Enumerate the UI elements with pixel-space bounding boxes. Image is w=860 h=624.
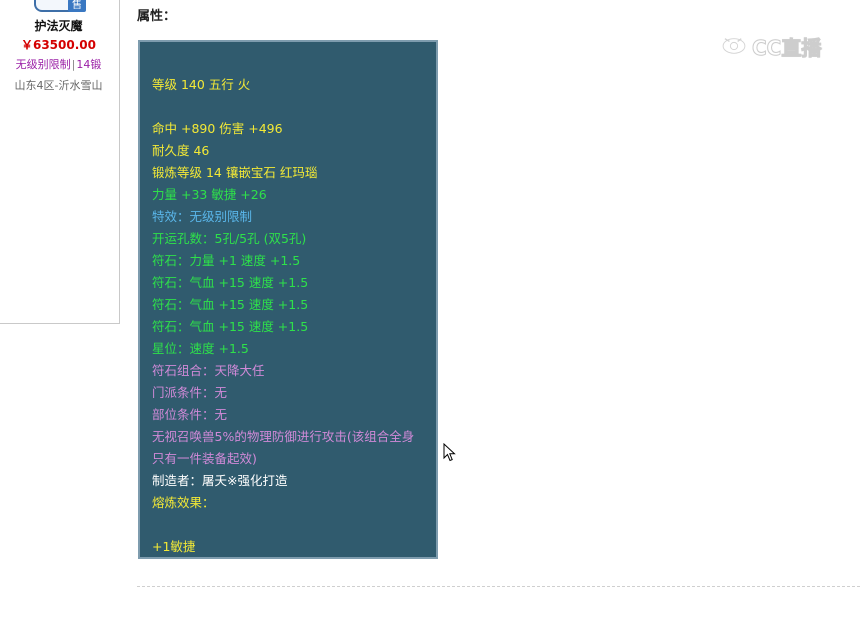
page: 售 护法灭魔 ￥63500.00 无级别限制|14锻 山东4区-沂水雪山 属性：…: [0, 0, 860, 624]
item-tags: 无级别限制|14锻: [0, 56, 119, 72]
item-name[interactable]: 护法灭魔: [0, 17, 119, 34]
tooltip-line: 符石：气血 +15 速度 +1.5: [152, 297, 309, 312]
tooltip-line: 无视召唤兽5%的物理防御进行攻击(该组合全身只有一件装备起效): [152, 429, 415, 466]
tooltip-line: 制造者：屠夭※强化打造: [152, 473, 288, 488]
tooltip-line: 星位：速度 +1.5: [152, 341, 249, 356]
watermark-text: CC直播: [751, 35, 822, 60]
tooltip-line: 锻炼等级 14 镶嵌宝石 红玛瑙: [152, 165, 318, 180]
tooltip-line: 熔炼效果：: [152, 495, 215, 510]
tag-separator: |: [71, 58, 76, 71]
attributes-tooltip: 等级 140 五行 火命中 +890 伤害 +496 耐久度 46 锻炼等级 14 …: [138, 40, 438, 559]
tooltip-blank-line: [152, 96, 424, 118]
attributes-heading: 属性：: [137, 9, 177, 24]
item-thumbnail[interactable]: 售: [34, 0, 86, 12]
tag-forge: 14锻: [76, 58, 102, 71]
item-server: 山东4区-沂水雪山: [14, 79, 103, 92]
tooltip-line: 特效：无级别限制: [152, 209, 253, 224]
eye-logo-icon: [721, 37, 747, 55]
tooltip-line: 等级 140 五行 火: [152, 77, 251, 92]
item-price: ￥63500.00: [20, 38, 96, 52]
tag-level: 无级别限制: [15, 58, 71, 71]
tooltip-line: +1敏捷: [152, 539, 196, 554]
tooltip-line: 符石：气血 +15 速度 +1.5: [152, 319, 309, 334]
tooltip-line: 耐久度 46: [152, 143, 210, 158]
tooltip-line: 符石：力量 +1 速度 +1.5: [152, 253, 301, 268]
tooltip-line: 部位条件：无: [152, 407, 228, 422]
tooltip-blank-line: [152, 514, 424, 536]
item-card[interactable]: 售 护法灭魔 ￥63500.00 无级别限制|14锻 山东4区-沂水雪山: [0, 0, 120, 324]
tooltip-line: 命中 +890 伤害 +496: [152, 121, 283, 136]
mouse-cursor-icon: [443, 443, 456, 462]
tooltip-line: 力量 +33 敏捷 +26: [152, 187, 267, 202]
tooltip-line: 符石：气血 +15 速度 +1.5: [152, 275, 309, 290]
tooltip-line: 符石组合：天降大任: [152, 363, 265, 378]
sale-tag-icon: 售: [68, 0, 86, 12]
tooltip-line: 开运孔数：5孔/5孔 (双5孔): [152, 231, 307, 246]
divider: [137, 586, 860, 587]
cc-live-watermark: CC直播: [720, 32, 822, 60]
tooltip-line: 门派条件：无: [152, 385, 228, 400]
tooltip-blank-line: [152, 52, 424, 74]
